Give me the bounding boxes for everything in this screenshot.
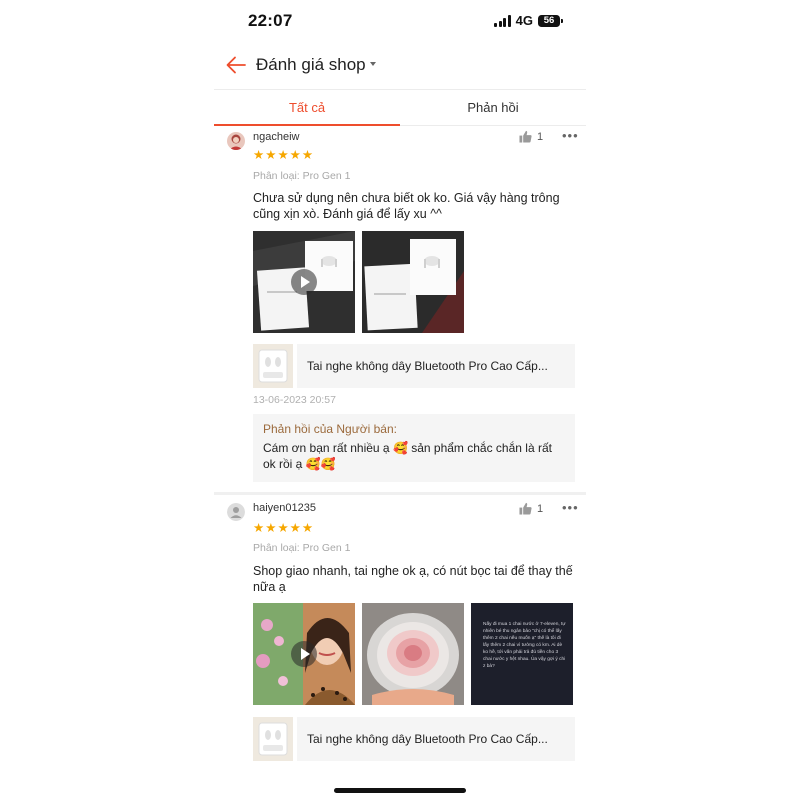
product-name: Tai nghe không dây Bluetooth Pro Cao Cấp…	[297, 717, 575, 761]
product-variant: Phân loại: Pro Gen 1	[253, 542, 350, 554]
star-icon: ★	[301, 521, 314, 535]
page-title[interactable]: Đánh giá shop	[256, 55, 376, 75]
page-title-text: Đánh giá shop	[256, 55, 366, 74]
star-icon: ★	[253, 521, 265, 535]
star-icon: ★	[265, 148, 277, 162]
review-photo[interactable]	[362, 231, 464, 333]
product-card[interactable]: Tai nghe không dây Bluetooth Pro Cao Cấp…	[253, 717, 575, 761]
signal-icon	[494, 14, 511, 27]
product-thumbnail	[253, 344, 293, 388]
review-item: ngacheiw 1 ••• ★ ★ ★ ★ ★ Phân loại: Pro …	[214, 126, 586, 492]
play-icon[interactable]	[291, 269, 317, 295]
page-header: Đánh giá shop	[214, 44, 586, 90]
seller-reply: Phản hồi của Người bán: Cám ơn bạn rất n…	[253, 414, 575, 482]
review-comment: Shop giao nhanh, tai nghe ok ạ, có nút b…	[253, 564, 573, 594]
reviewer-name[interactable]: haiyen01235	[253, 502, 316, 514]
star-icon: ★	[289, 148, 301, 162]
phone-screen: 22:07 4G 56 Đánh giá shop Tất cả Phản hồ…	[214, 0, 586, 800]
product-variant: Phân loại: Pro Gen 1	[253, 170, 350, 182]
variant-text: Phân loại: Pro Gen 1	[253, 542, 351, 554]
like-count: 1	[537, 502, 544, 515]
star-icon: ★	[253, 148, 265, 162]
review-video[interactable]	[253, 603, 355, 705]
review-media: Nấy đi mua 1 chai nước ở 7-eleven, tự nh…	[253, 603, 573, 705]
caret-down-icon	[369, 61, 376, 66]
thumbs-up-icon	[519, 502, 532, 515]
review-video[interactable]	[253, 231, 355, 333]
network-type: 4G	[515, 13, 533, 28]
tab-replies[interactable]: Phản hồi	[400, 90, 586, 125]
product-thumbnail	[253, 717, 293, 761]
seller-reply-text: Cám ơn bạn rất nhiều ạ 🥰 sản phẩm chắc c…	[263, 441, 552, 471]
arrow-left-icon[interactable]	[224, 53, 248, 77]
star-rating: ★ ★ ★ ★ ★	[253, 148, 314, 162]
avatar	[227, 503, 245, 521]
more-icon[interactable]: •••	[562, 128, 579, 143]
home-indicator[interactable]	[334, 788, 466, 793]
photo-caption: Nấy đi mua 1 chai nước ở 7-eleven, tự nh…	[483, 622, 566, 669]
review-photo[interactable]: Nấy đi mua 1 chai nước ở 7-eleven, tự nh…	[471, 603, 573, 705]
seller-reply-title: Phản hồi của Người bán:	[263, 422, 397, 436]
star-icon: ★	[301, 148, 314, 162]
play-icon[interactable]	[291, 641, 317, 667]
status-indicators: 4G 56	[494, 13, 563, 28]
reviewer-name[interactable]: ngacheiw	[253, 131, 299, 143]
status-bar: 22:07 4G 56	[214, 0, 586, 44]
review-photo[interactable]	[362, 603, 464, 705]
product-card[interactable]: Tai nghe không dây Bluetooth Pro Cao Cấp…	[253, 344, 575, 388]
review-item: haiyen01235 1 ••• ★ ★ ★ ★ ★ Phân loại: P…	[214, 495, 586, 800]
review-date: 13-06-2023 20:57	[253, 394, 336, 406]
variant-text: Phân loại: Pro Gen 1	[253, 170, 351, 182]
like-count: 1	[537, 130, 544, 143]
review-comment: Chưa sử dụng nên chưa biết ok ko. Giá vậ…	[253, 191, 560, 221]
star-icon: ★	[289, 521, 301, 535]
review-media	[253, 231, 464, 333]
review-list: ngacheiw 1 ••• ★ ★ ★ ★ ★ Phân loại: Pro …	[214, 126, 586, 800]
avatar	[227, 132, 245, 150]
star-icon: ★	[277, 148, 289, 162]
like-button[interactable]: 1	[519, 502, 543, 515]
review-tabs: Tất cả Phản hồi	[214, 90, 586, 126]
product-name: Tai nghe không dây Bluetooth Pro Cao Cấp…	[297, 344, 575, 388]
status-time: 22:07	[248, 11, 293, 30]
battery-icon: 56	[538, 14, 563, 27]
thumbs-up-icon	[519, 130, 532, 143]
star-rating: ★ ★ ★ ★ ★	[253, 521, 314, 535]
star-icon: ★	[277, 521, 289, 535]
star-icon: ★	[265, 521, 277, 535]
like-button[interactable]: 1	[519, 130, 543, 143]
tab-all[interactable]: Tất cả	[214, 90, 400, 126]
more-icon[interactable]: •••	[562, 500, 579, 515]
